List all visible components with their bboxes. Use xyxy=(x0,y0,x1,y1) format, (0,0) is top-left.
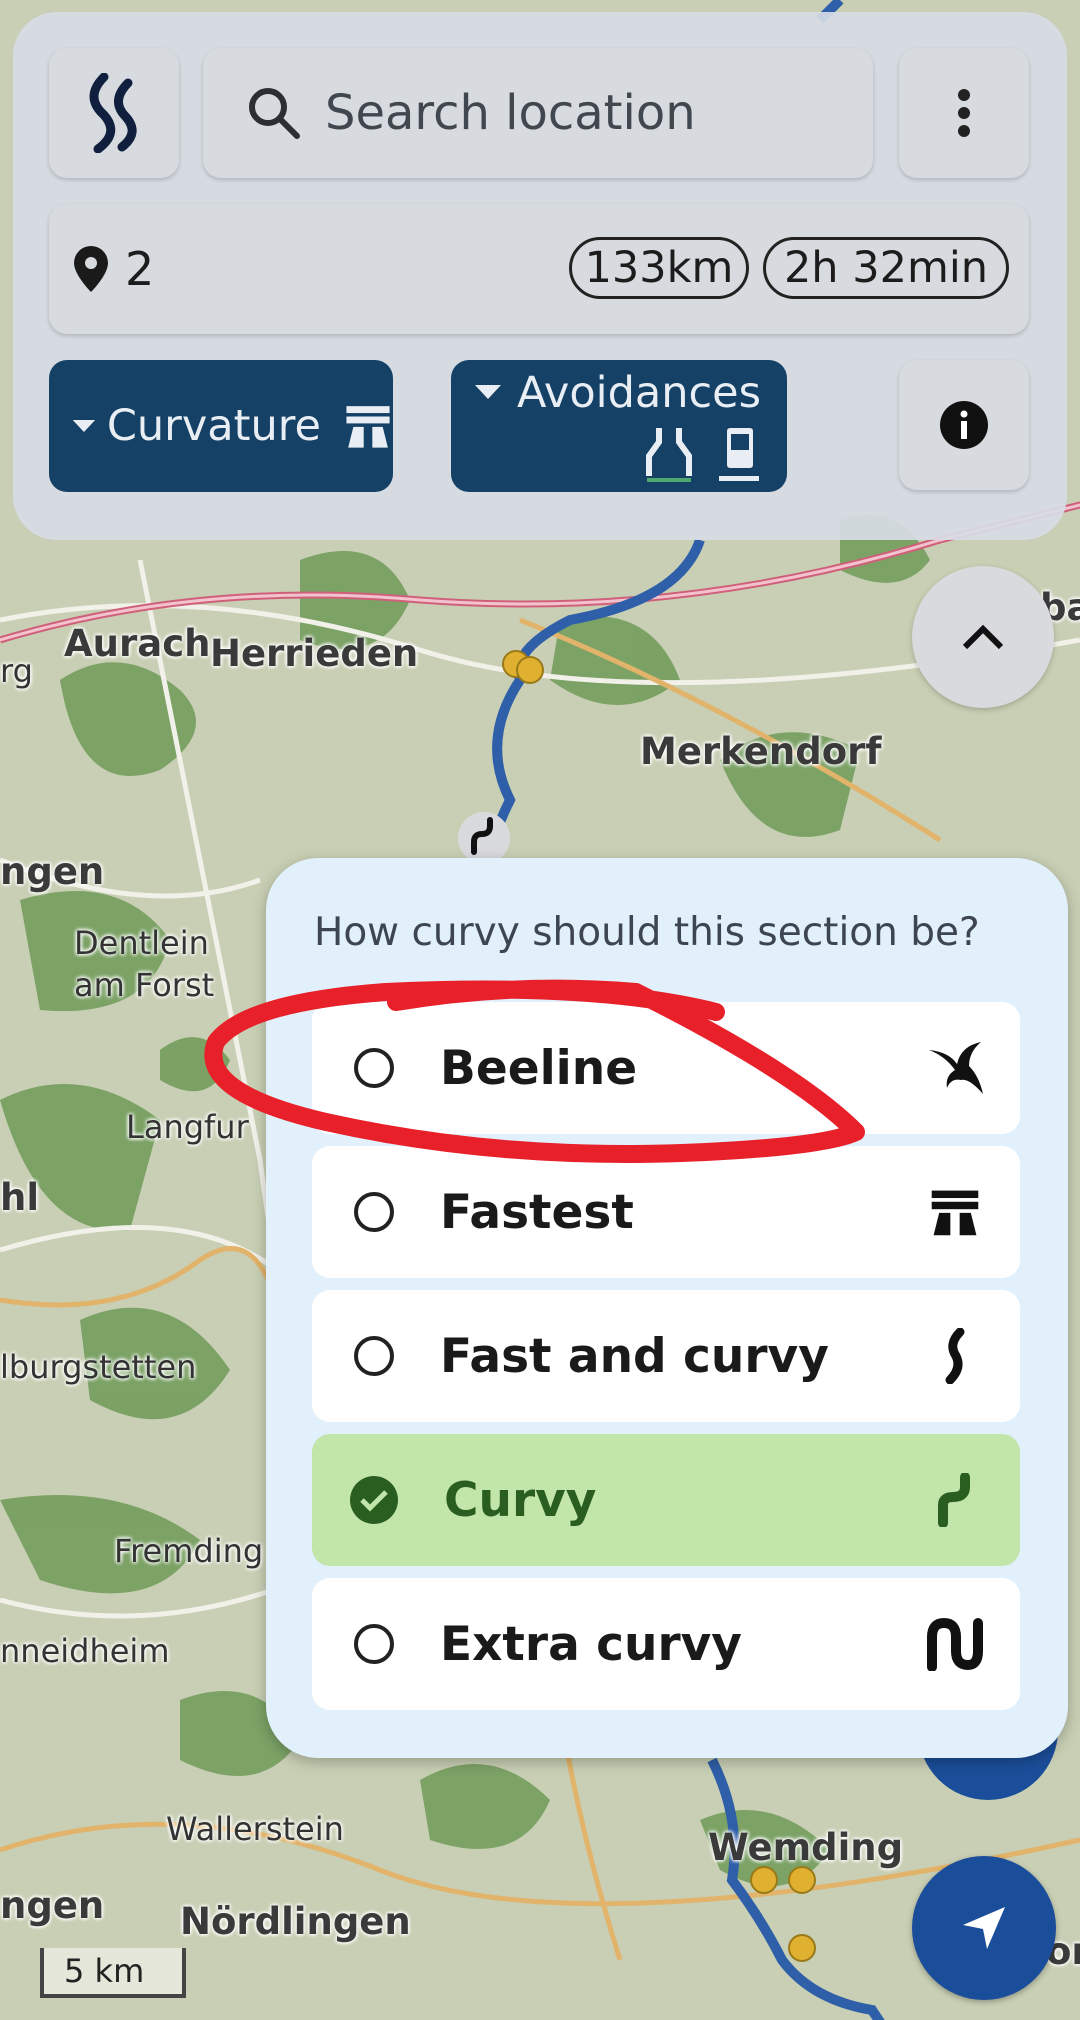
option-label: Curvy xyxy=(444,1472,597,1528)
info-button[interactable] xyxy=(899,360,1029,490)
waypoint-count: 2 xyxy=(125,242,155,296)
distance-badge: 133km xyxy=(569,237,749,299)
navigation-arrow-icon xyxy=(963,1907,1005,1949)
option-label: Beeline xyxy=(440,1040,638,1096)
map-label-fremdingen: Fremding xyxy=(114,1532,264,1570)
dropdown-arrow-icon-2 xyxy=(475,385,501,399)
option-beeline[interactable]: Beeline xyxy=(312,1002,1020,1134)
option-curvy[interactable]: Curvy xyxy=(312,1434,1020,1566)
option-label: Fast and curvy xyxy=(440,1328,829,1384)
checked-radio-icon[interactable] xyxy=(350,1476,398,1524)
radio-button[interactable] xyxy=(354,1192,394,1232)
radio-button[interactable] xyxy=(354,1624,394,1664)
map-label-partial-rg: rg xyxy=(0,652,33,690)
location-pin-icon xyxy=(74,246,108,292)
radio-button[interactable] xyxy=(354,1336,394,1376)
search-icon xyxy=(249,88,300,139)
map-label-langfurth: Langfur xyxy=(126,1108,249,1146)
map-label-partial-burgstetten: lburgstetten xyxy=(0,1348,197,1386)
map-label-dentlein: Dentlein am Forst xyxy=(74,924,215,1004)
search-input[interactable]: Search location xyxy=(203,48,873,178)
map-label-aurach: Aurach xyxy=(64,622,211,665)
map-label-wallerstein: Wallerstein xyxy=(166,1810,344,1848)
curvature-label: Curvature xyxy=(106,401,321,451)
search-placeholder: Search location xyxy=(325,85,696,141)
curvy-road-logo-icon xyxy=(89,73,137,153)
radio-button[interactable] xyxy=(354,1048,394,1088)
chevron-up-icon xyxy=(962,624,1004,650)
motorway-icon xyxy=(920,1177,990,1247)
curvature-selection-popup: How curvy should this section be? Beelin… xyxy=(266,858,1068,1758)
option-fast-and-curvy[interactable]: Fast and curvy xyxy=(312,1290,1020,1422)
more-options-button[interactable] xyxy=(899,48,1029,178)
popup-question: How curvy should this section be? xyxy=(314,910,980,955)
map-label-partial-hl: hl xyxy=(0,1176,40,1219)
map-label-merkendorf: Merkendorf xyxy=(640,730,882,773)
duration-badge: 2h 32min xyxy=(763,237,1009,299)
map-label-partial-ngen-2: ngen xyxy=(0,1884,105,1927)
top-control-panel: Search location 2 133km 2h 32min Curvatu… xyxy=(13,12,1067,540)
info-icon xyxy=(940,401,988,449)
avoidances-dropdown-button[interactable]: Avoidances xyxy=(451,360,787,492)
swallow-icon xyxy=(920,1033,990,1103)
zigzag-icon xyxy=(920,1609,990,1679)
map-label-noerdlingen: Nördlingen xyxy=(180,1900,411,1943)
slight-curve-icon xyxy=(920,1321,990,1391)
curvature-dropdown-button[interactable]: Curvature xyxy=(49,360,393,492)
option-label: Extra curvy xyxy=(440,1616,742,1672)
more-vert-icon xyxy=(958,89,970,137)
map-label-herrieden: Herrieden xyxy=(210,632,419,675)
map-scale: 5 km xyxy=(40,1948,186,1998)
map-label-partial-ngen: ngen xyxy=(0,850,105,893)
motorway-icon xyxy=(346,406,390,448)
collapse-panel-button[interactable] xyxy=(912,566,1054,708)
curve-icon xyxy=(920,1465,990,1535)
avoidances-label: Avoidances xyxy=(517,368,761,418)
map-label-partial-neidheim: nneidheim xyxy=(0,1632,170,1670)
dropdown-arrow-icon xyxy=(72,419,96,433)
road-narrowing-icon xyxy=(646,428,692,482)
map-label-wemding: Wemding xyxy=(708,1826,904,1869)
toll-booth-icon xyxy=(719,428,759,481)
option-label: Fastest xyxy=(440,1184,634,1240)
app-logo-button[interactable] xyxy=(49,48,179,178)
option-fastest[interactable]: Fastest xyxy=(312,1146,1020,1278)
option-extra-curvy[interactable]: Extra curvy xyxy=(312,1578,1020,1710)
navigate-button[interactable] xyxy=(912,1856,1056,2000)
